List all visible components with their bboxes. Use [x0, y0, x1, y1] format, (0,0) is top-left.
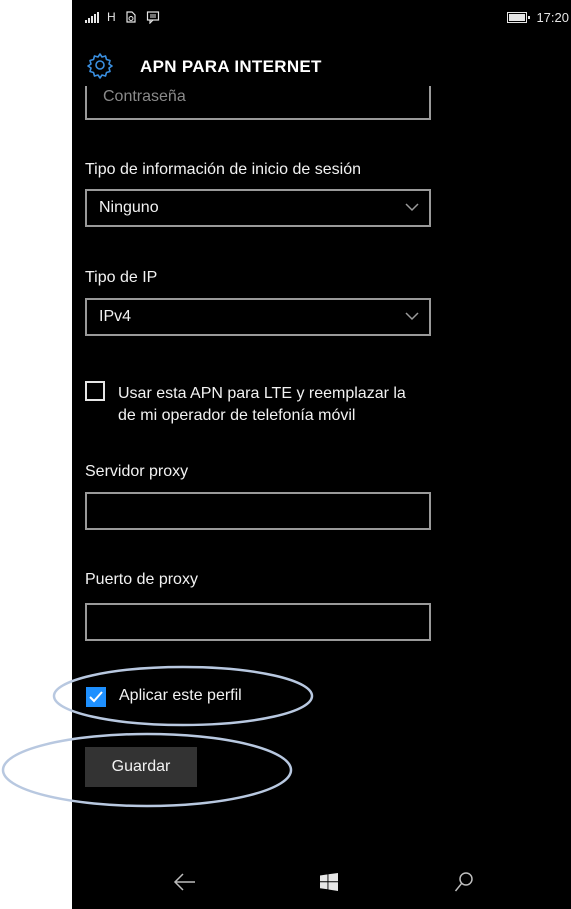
search-icon[interactable] — [454, 871, 474, 893]
phone-screen: H 17:20 APN PARA INTERNET Contraseña Tip… — [72, 0, 571, 909]
clock: 17:20 — [536, 10, 569, 25]
chevron-down-icon — [405, 312, 419, 321]
windows-logo-icon[interactable] — [320, 873, 338, 891]
login-info-type-value: Ninguno — [99, 199, 159, 216]
network-type: H — [107, 10, 116, 24]
chevron-down-icon — [405, 203, 419, 212]
apply-profile-label: Aplicar este perfil — [119, 687, 242, 704]
status-left: H — [85, 10, 160, 24]
proxy-server-label: Servidor proxy — [85, 463, 189, 480]
ip-type-select[interactable]: IPv4 — [85, 298, 431, 336]
password-placeholder: Contraseña — [103, 88, 186, 105]
status-bar: H 17:20 — [72, 0, 571, 36]
status-right: 17:20 — [507, 10, 569, 25]
message-icon — [146, 11, 159, 24]
lte-checkbox[interactable] — [85, 381, 105, 401]
checkmark-icon — [89, 691, 103, 703]
apply-profile-checkbox[interactable] — [86, 687, 106, 707]
ip-type-value: IPv4 — [99, 308, 132, 325]
proxy-server-input[interactable] — [85, 492, 431, 530]
login-info-type-label: Tipo de información de inicio de sesión — [85, 161, 362, 178]
data-sync-icon — [126, 11, 136, 23]
save-button[interactable]: Guardar — [85, 747, 197, 787]
proxy-port-input[interactable] — [85, 603, 431, 641]
gear-icon — [87, 53, 113, 79]
login-info-type-select[interactable]: Ninguno — [85, 189, 431, 227]
password-field[interactable]: Contraseña — [85, 86, 431, 120]
lte-checkbox-label: Usar esta APN para LTE y reemplazar la d… — [118, 385, 406, 424]
signal-strength-icon — [85, 11, 99, 23]
proxy-port-label: Puerto de proxy — [85, 571, 198, 588]
ip-type-label: Tipo de IP — [85, 269, 158, 286]
back-arrow-icon[interactable] — [173, 872, 197, 892]
page-title: APN PARA INTERNET — [140, 57, 322, 76]
battery-icon — [507, 12, 531, 23]
navigation-bar — [72, 858, 571, 909]
